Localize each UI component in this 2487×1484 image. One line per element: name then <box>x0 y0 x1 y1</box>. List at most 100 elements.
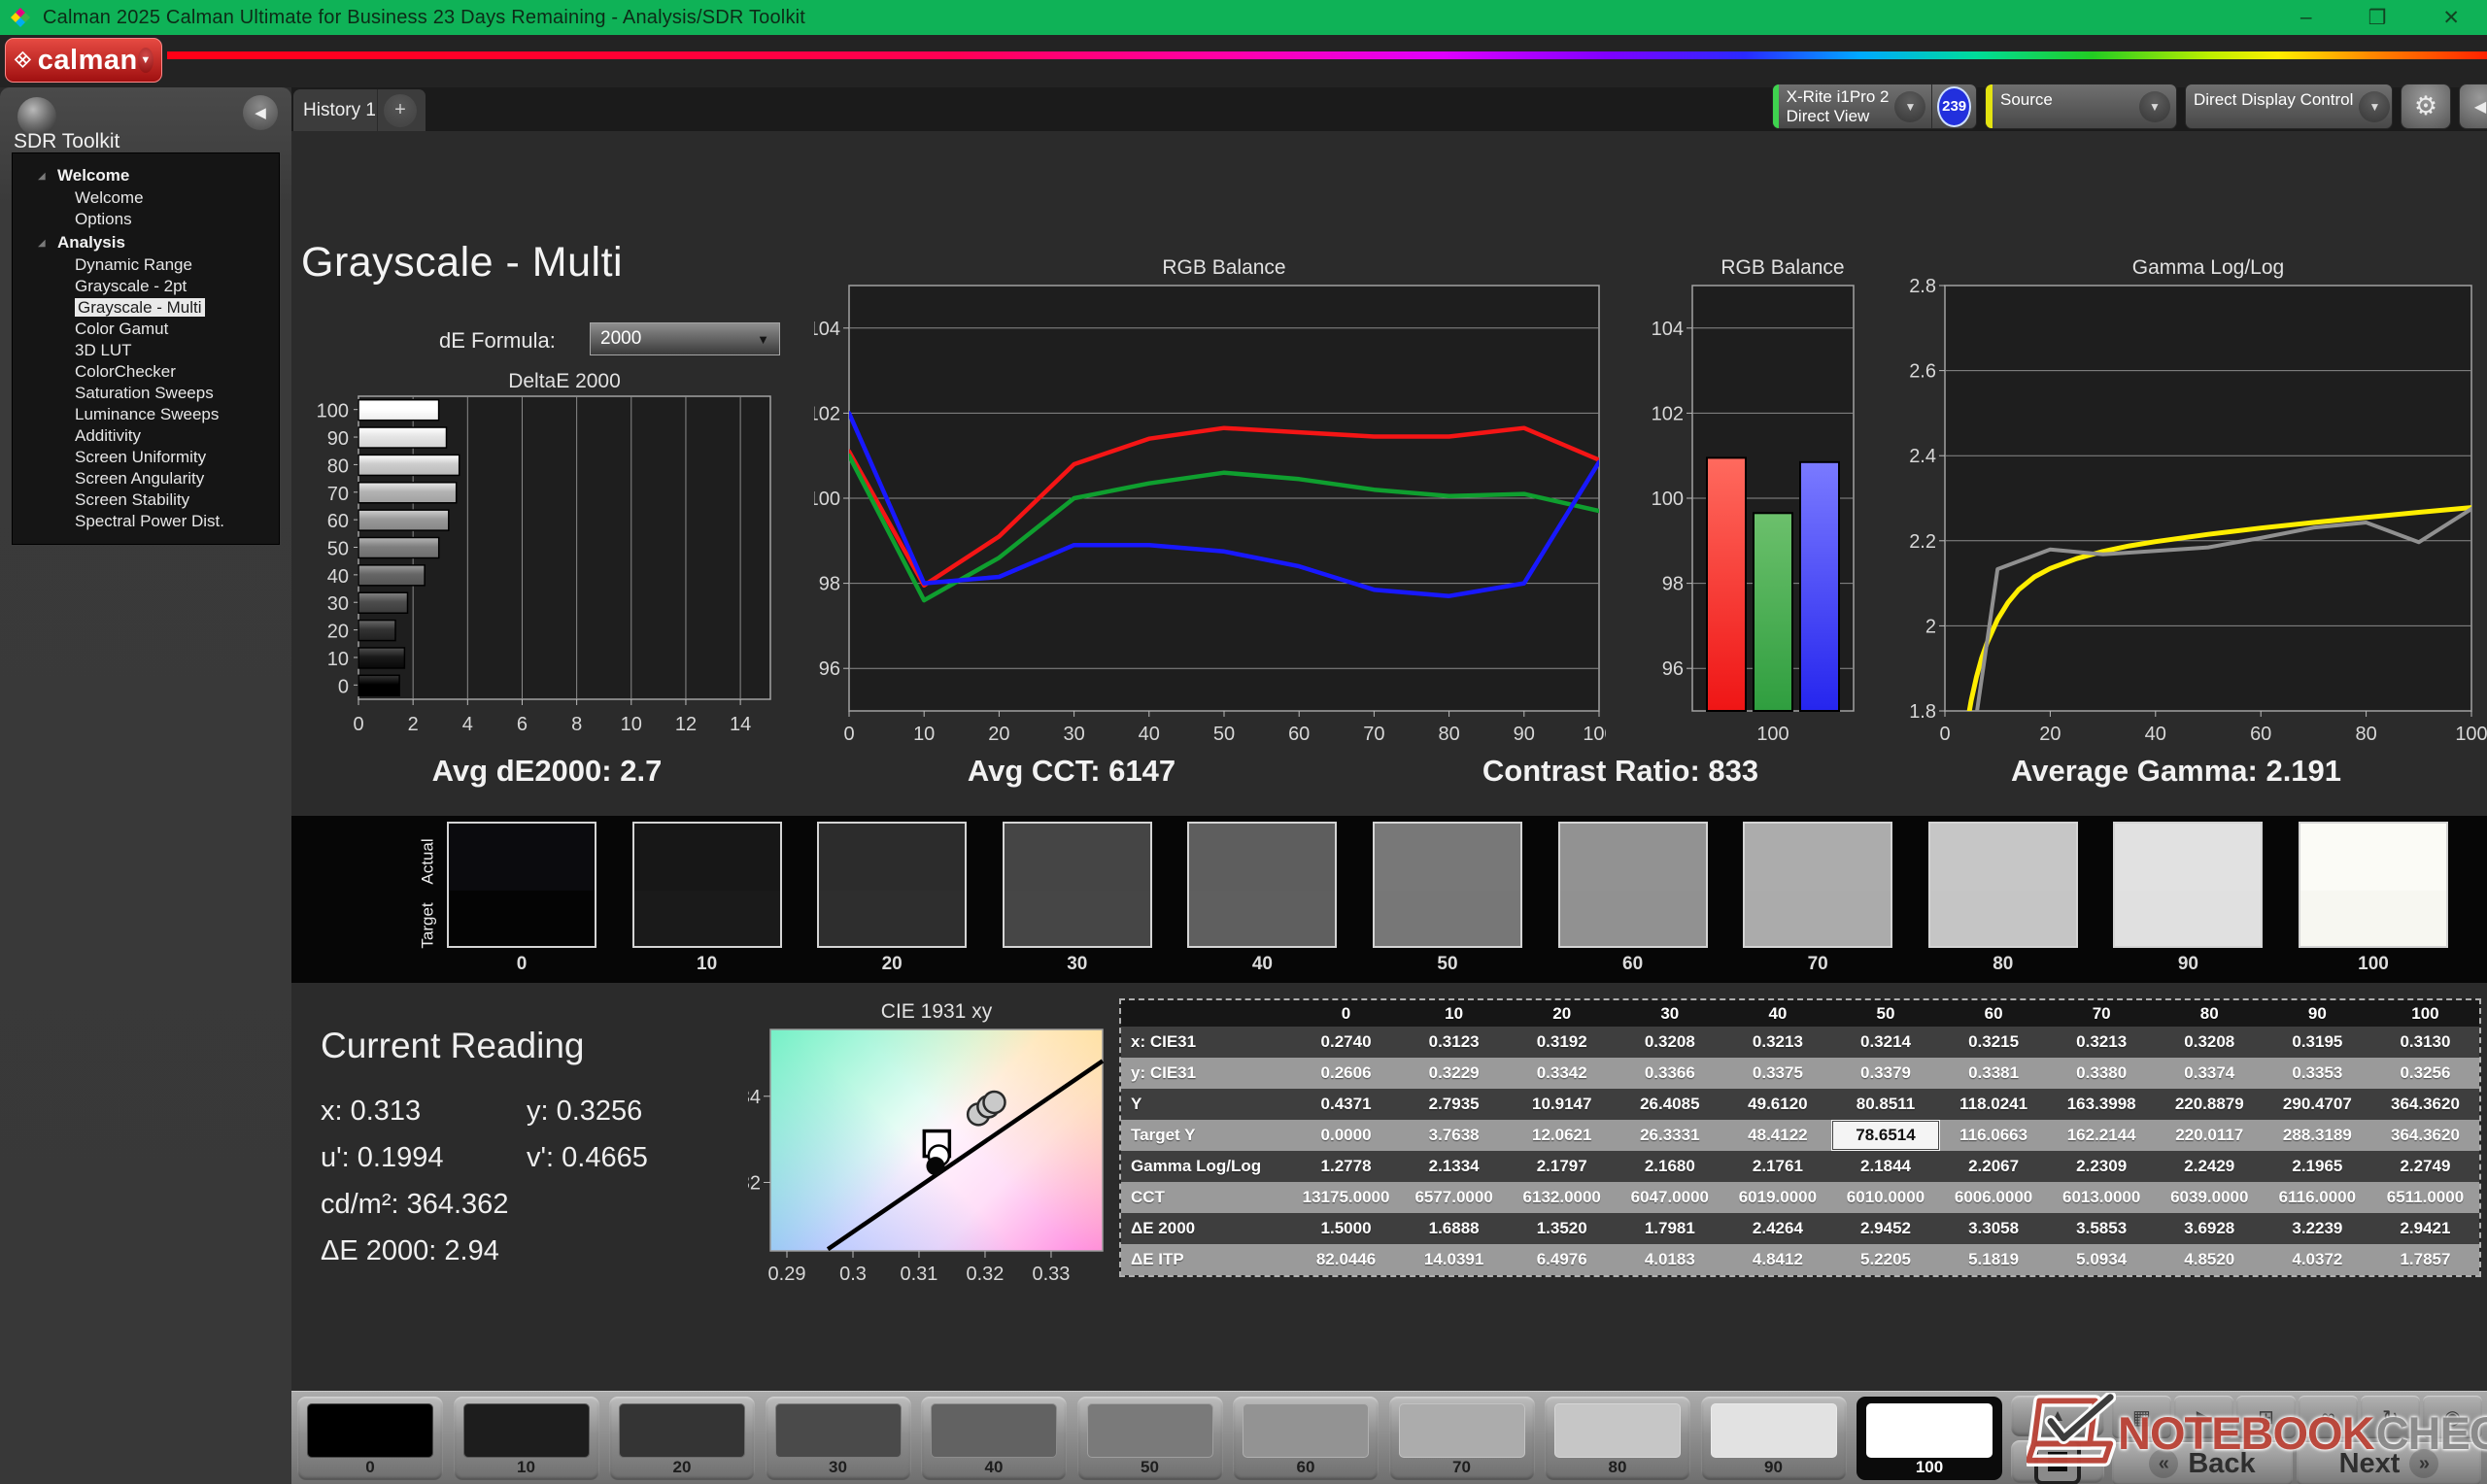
pattern-patch-button-0[interactable]: 0 <box>297 1397 443 1480</box>
sidebar-item-colorchecker[interactable]: ColorChecker <box>13 361 279 383</box>
pattern-up-button[interactable]: ▲ <box>2011 1396 2104 1436</box>
svg-text:0.3: 0.3 <box>839 1264 867 1285</box>
patch-label: 100 <box>1915 1458 1944 1476</box>
pattern-patch-button-90[interactable]: 90 <box>1700 1397 1847 1480</box>
table-cell: 82.0446 <box>1292 1244 1401 1275</box>
sidebar-item-color-gamut[interactable]: Color Gamut <box>13 319 279 340</box>
back-label: Back <box>2188 1447 2256 1479</box>
table-row-label-cct: CCT <box>1121 1182 1292 1213</box>
pattern-grid-button[interactable]: ▦ <box>2112 1396 2171 1438</box>
svg-text:100: 100 <box>1652 489 1684 510</box>
sidebar-item-additivity[interactable]: Additivity <box>13 425 279 447</box>
table-cell: 288.3189 <box>2263 1120 2371 1151</box>
insert-button[interactable]: ⊞ <box>2236 1396 2296 1438</box>
loop-button[interactable]: ∞ <box>2299 1396 2358 1438</box>
pattern-patch-button-40[interactable]: 40 <box>921 1397 1067 1480</box>
table-cell: 2.2749 <box>2370 1151 2479 1182</box>
reading-row: ΔE 2000: 2.94 <box>321 1228 648 1274</box>
chevron-down-icon[interactable]: ▼ <box>2139 90 2170 122</box>
table-cell: 26.3331 <box>1616 1120 1724 1151</box>
meter-dropdown[interactable]: X-Rite i1Pro 2 Direct View ▼ 239 <box>1772 84 1977 129</box>
de-formula-select[interactable]: 2000 ▼ <box>590 322 780 355</box>
reading-row: cd/m²: 364.362 <box>321 1181 648 1228</box>
play-button[interactable]: ▶ <box>2174 1396 2233 1438</box>
sidebar-item-screen-angularity[interactable]: Screen Angularity <box>13 468 279 489</box>
table-cell: 2.1797 <box>1508 1151 1617 1182</box>
sidebar-item-grayscale-multi[interactable]: Grayscale - Multi <box>13 297 279 319</box>
rgb-balance-bar-chart: RGB Balance 96 98 100 102 104 100 <box>1646 254 1859 745</box>
table-cell: 4.8520 <box>2155 1244 2264 1275</box>
pattern-patch-button-70[interactable]: 70 <box>1388 1397 1535 1480</box>
table-cell: 6006.0000 <box>1939 1182 2048 1213</box>
calman-app-window: Calman 2025 Calman Ultimate for Business… <box>0 0 2487 1484</box>
record-button[interactable]: ◉ <box>2423 1396 2482 1438</box>
tab-divider <box>377 89 378 131</box>
sidebar-item-spectral-power-dist[interactable]: Spectral Power Dist. <box>13 511 279 532</box>
sidebar-group-welcome[interactable]: ◢ Welcome <box>13 163 279 187</box>
table-cell: 3.7638 <box>1400 1120 1509 1151</box>
table-cell: 6039.0000 <box>2155 1182 2264 1213</box>
display-control-dropdown[interactable]: Direct Display Control ▼ <box>2185 84 2393 129</box>
next-label: Next <box>2338 1447 2401 1479</box>
maximize-button[interactable]: ❒ <box>2368 6 2387 30</box>
sidebar-item-grayscale-2pt[interactable]: Grayscale - 2pt <box>13 276 279 297</box>
minimize-button[interactable]: – <box>2300 6 2312 30</box>
table-row-label-y-cie31: y: CIE31 <box>1121 1058 1292 1089</box>
sidebar-item-saturation-sweeps[interactable]: Saturation Sweeps <box>13 383 279 404</box>
svg-text:0.33: 0.33 <box>1032 1264 1070 1285</box>
patch-label: 20 <box>672 1458 692 1476</box>
grayscale-swatch-70 <box>1743 822 1893 948</box>
sidebar-item-dynamic-range[interactable]: Dynamic Range <box>13 254 279 276</box>
de-formula-value: 2000 <box>600 328 642 349</box>
table-cell: 0.3208 <box>1616 1027 1724 1058</box>
close-button[interactable]: ✕ <box>2442 6 2460 30</box>
sidebar-item-luminance-sweeps[interactable]: Luminance Sweeps <box>13 404 279 425</box>
table-cell: 1.3520 <box>1508 1213 1617 1244</box>
pattern-patch-button-100[interactable]: 100 <box>1857 1397 2002 1480</box>
pattern-patch-button-60[interactable]: 60 <box>1233 1397 1379 1480</box>
back-button[interactable]: « Back <box>2112 1442 2293 1484</box>
pattern-patch-button-10[interactable]: 10 <box>453 1397 599 1480</box>
next-button[interactable]: Next » <box>2297 1442 2481 1484</box>
calman-diamond-icon <box>14 51 32 69</box>
sidebar-group-analysis[interactable]: ◢ Analysis <box>13 230 279 254</box>
grayscale-swatch-90 <box>2113 822 2264 948</box>
table-cell: 6132.0000 <box>1508 1182 1617 1213</box>
chevron-down-icon[interactable]: ▼ <box>2359 90 2391 122</box>
pattern-patch-button-30[interactable]: 30 <box>765 1397 911 1480</box>
tab-history-1[interactable]: History 1 + <box>293 89 426 131</box>
logo-dropdown-icon[interactable]: ▼ <box>137 48 153 73</box>
table-cell: 2.4264 <box>1723 1213 1832 1244</box>
source-dropdown[interactable]: Source ▼ <box>1985 84 2177 129</box>
app-header: calman ▼ <box>0 35 2487 87</box>
table-cell: 0.3342 <box>1508 1058 1617 1089</box>
svg-text:100: 100 <box>1583 724 1606 745</box>
pattern-patch-button-80[interactable]: 80 <box>1545 1397 1690 1480</box>
add-tab-button[interactable]: + <box>384 93 417 127</box>
grayscale-swatch-40 <box>1187 822 1338 948</box>
pattern-patch-button-20[interactable]: 20 <box>609 1397 755 1480</box>
patch-color-chip <box>1554 1403 1681 1458</box>
chevron-down-icon[interactable]: ▼ <box>1894 90 1926 122</box>
refresh-button[interactable]: ↻ <box>2361 1396 2420 1438</box>
sidebar-item-screen-uniformity[interactable]: Screen Uniformity <box>13 447 279 468</box>
page-title: Grayscale - Multi <box>301 239 624 286</box>
sidebar-item-screen-stability[interactable]: Screen Stability <box>13 489 279 511</box>
settings-gear-button[interactable]: ⚙ <box>2401 84 2451 129</box>
calman-menu-button[interactable]: calman ▼ <box>5 38 162 83</box>
sidebar-item-3d-lut[interactable]: 3D LUT <box>13 340 279 361</box>
sidebar-title: SDR Toolkit <box>14 130 120 152</box>
sidebar-item-welcome[interactable]: Welcome <box>13 187 279 209</box>
pattern-patch-button-50[interactable]: 50 <box>1076 1397 1223 1480</box>
table-cell: 0.3195 <box>2263 1027 2371 1058</box>
pattern-tools: ▦ ▶ ⊞ ∞ ↻ ◉ <box>2112 1396 2482 1438</box>
svg-text:80: 80 <box>1438 724 1459 745</box>
patch-label: 80 <box>1608 1458 1627 1476</box>
pattern-stop-button[interactable] <box>2011 1438 2104 1484</box>
table-cell: 0.3374 <box>2155 1058 2264 1089</box>
de-formula-label: dE Formula: <box>439 328 556 353</box>
sidebar-item-options[interactable]: Options <box>13 209 279 230</box>
panel-collapse-button[interactable]: ◀ <box>2459 84 2487 129</box>
grayscale-swatch-100 <box>2299 822 2448 948</box>
sidebar-collapse-button[interactable]: ◀ <box>243 95 278 130</box>
